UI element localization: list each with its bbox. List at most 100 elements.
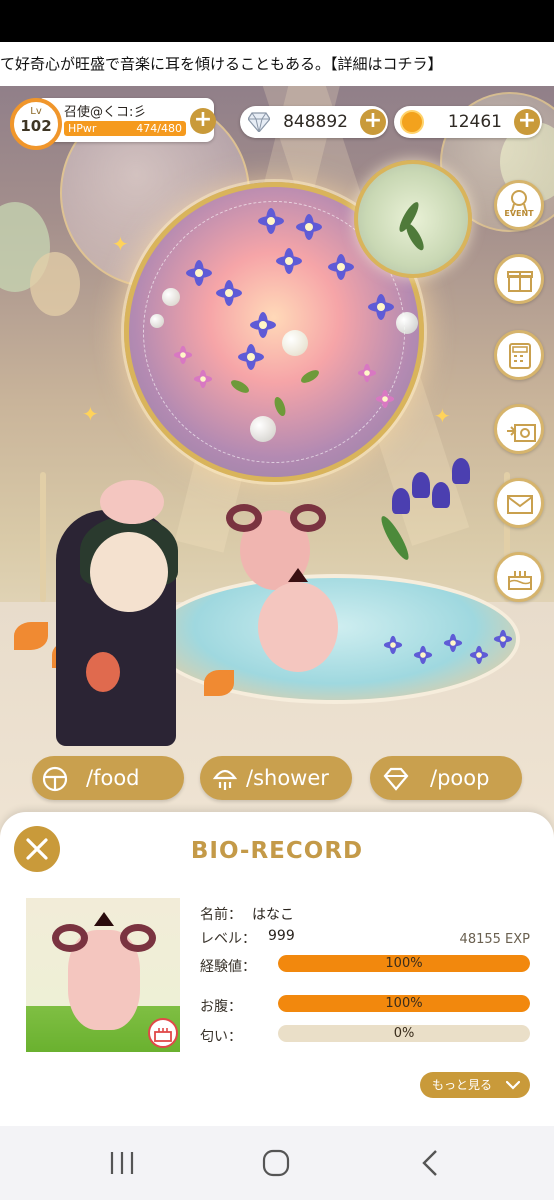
present-camera-button[interactable] [494, 404, 544, 454]
smell-percent: 0% [393, 1026, 415, 1041]
poop-command-button[interactable]: /poop [370, 756, 522, 800]
shower-icon [212, 769, 238, 790]
flower-icon [328, 254, 354, 280]
flower-icon [469, 646, 489, 664]
flower-icon [186, 260, 212, 286]
camera-gift-icon [507, 424, 536, 442]
hp-bar: HPwr 474/480 [64, 121, 186, 136]
orange-flower [204, 670, 234, 696]
bio-record-sheet: BIO-RECORD 名前： はなこ レベル： 999 48155 EXP 経験… [0, 812, 554, 1126]
level-number: 102 [20, 117, 52, 135]
event-label: EVENT [504, 209, 534, 218]
system-nav-bar [0, 1126, 554, 1200]
smell-bar: 0% [278, 1025, 530, 1042]
food-label: /food [86, 766, 140, 790]
belly-bar: 100% [278, 995, 530, 1012]
birthday-cake-icon [508, 571, 532, 590]
creature-horn [290, 504, 326, 532]
game-scene[interactable]: ✦ ✦ ✦ て好奇心が旺盛で音楽に耳を傾けることもある。【詳細はコチラ】 [0, 42, 554, 842]
level-value: 999 [268, 928, 295, 944]
pet-creature-small[interactable] [86, 652, 120, 692]
gift-button[interactable] [494, 254, 544, 304]
hp-value: 474/480 [136, 122, 182, 135]
add-hp-button[interactable]: + [190, 108, 216, 134]
flower-icon [368, 294, 394, 320]
exp-percent: 100% [385, 956, 423, 971]
recent-apps-icon[interactable] [108, 1150, 136, 1176]
flower-icon [238, 344, 264, 370]
player-panel[interactable]: 召使@くコ:彡 HPwr 474/480 [36, 98, 214, 142]
name-value: はなこ [252, 907, 294, 923]
bluebell [392, 488, 410, 514]
add-coins-button[interactable]: + [514, 109, 540, 135]
flower-icon [383, 636, 403, 654]
calculator-icon [509, 343, 531, 369]
portrait-horn [120, 924, 156, 952]
diamond-icon [248, 112, 270, 132]
coin-icon [400, 110, 424, 134]
belly-label: お腹： [200, 999, 242, 1015]
level-label: レベル： [200, 931, 256, 947]
water-drop [250, 416, 276, 442]
flower-icon [296, 214, 322, 240]
water-drop [396, 312, 418, 334]
exp-label: 経験値： [200, 959, 256, 975]
exp-total: 48155 EXP [459, 932, 530, 947]
water-drop [150, 314, 164, 328]
bluebell [452, 458, 470, 484]
flower-icon [216, 280, 242, 306]
crown-icon [288, 568, 308, 582]
flower-icon [413, 646, 433, 664]
sparkle-icon: ✦ [112, 232, 129, 256]
creature-horn [226, 504, 262, 532]
flower-icon [357, 364, 377, 382]
back-icon[interactable] [420, 1149, 440, 1177]
exp-bar: 100% [278, 955, 530, 972]
pet-portrait[interactable] [26, 898, 180, 1052]
player-name: 召使@くコ:彡 [64, 105, 147, 120]
birthday-cake-icon [154, 1028, 172, 1042]
railing [40, 472, 46, 602]
flower-icon [258, 208, 284, 234]
flower-icon [443, 634, 463, 652]
add-gems-button[interactable]: + [360, 109, 386, 135]
flower-icon [276, 248, 302, 274]
gem-count: 848892 [283, 112, 348, 132]
bluebell [412, 472, 430, 498]
coin-count: 12461 [447, 112, 502, 132]
poop-label: /poop [430, 766, 490, 790]
flower-icon [375, 390, 395, 408]
girl-face [90, 532, 168, 612]
hp-label: HPwr [68, 122, 97, 135]
birthday-badge[interactable] [148, 1018, 178, 1048]
mail-icon [507, 495, 533, 514]
food-command-button[interactable]: /food [32, 756, 184, 800]
bluebell [432, 482, 450, 508]
news-ticker[interactable]: て好奇心が旺盛で音楽に耳を傾けることもある。【詳細はコチラ】 [0, 42, 554, 86]
orange-flower [14, 622, 48, 650]
pink-creature-hat [100, 480, 164, 524]
level-badge: Lv 102 [10, 98, 62, 150]
belly-percent: 100% [385, 996, 423, 1011]
balloon [30, 252, 80, 316]
flower-icon [250, 312, 276, 338]
event-button[interactable]: EVENT [494, 180, 544, 230]
pet-creature-hanako[interactable] [258, 582, 338, 672]
home-icon[interactable] [262, 1149, 290, 1177]
birthday-button[interactable] [494, 552, 544, 602]
gift-icon [507, 271, 533, 292]
chevron-down-icon [506, 1080, 520, 1090]
calculator-button[interactable] [494, 330, 544, 380]
food-icon [42, 766, 68, 792]
portrait-horn [52, 924, 88, 952]
water-drop [162, 288, 180, 306]
water-drop [282, 330, 308, 356]
mail-button[interactable] [494, 478, 544, 528]
name-label: 名前： [200, 907, 242, 923]
flower-icon [193, 370, 213, 388]
show-more-button[interactable]: もっと見る [420, 1072, 530, 1098]
shower-command-button[interactable]: /shower [200, 756, 352, 800]
show-more-label: もっと見る [432, 1078, 493, 1092]
crown-icon [94, 912, 114, 926]
sparkle-icon: ✦ [82, 402, 99, 426]
